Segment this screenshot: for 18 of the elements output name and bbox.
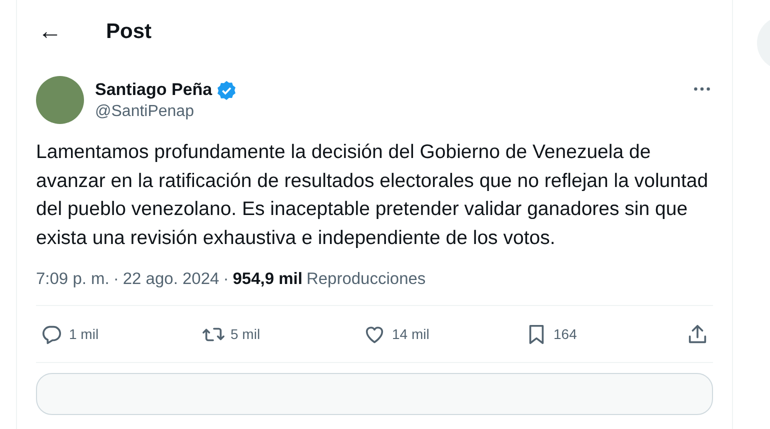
action-count: 14 mil [392, 326, 430, 342]
action-count: 164 [554, 326, 577, 342]
share-icon[interactable] [686, 322, 709, 346]
separator-dot: · [223, 270, 229, 289]
back-button[interactable]: ← [36, 18, 106, 46]
action-count: 5 mil [230, 326, 260, 342]
author-handle[interactable]: @SantiPenap [95, 102, 693, 120]
page-title: Post [106, 20, 152, 44]
separator-dot: · [113, 270, 119, 289]
view-count: 954,9 mil [232, 270, 302, 289]
author-name[interactable]: Santiago Peña [95, 80, 212, 100]
avatar[interactable] [36, 76, 84, 124]
post-text: Lamentamos profundamente la decisión del Gobierno de Venezuela de avanzar en la ratificación de resultados electorales que no reflejan la voluntad del pueblo venezolano. Es inaceptable pretender validar ganadores sin que exista una revisión exhaustiva e independiente de los votos. [36, 140, 710, 250]
more-options-icon[interactable] [693, 86, 711, 92]
action-count: 1 mil [69, 326, 99, 342]
post-date[interactable]: 22 ago. 2024 [122, 270, 220, 289]
post-time[interactable]: 7:09 p. m. [36, 270, 110, 289]
views-label: Reproducciones [306, 270, 426, 289]
